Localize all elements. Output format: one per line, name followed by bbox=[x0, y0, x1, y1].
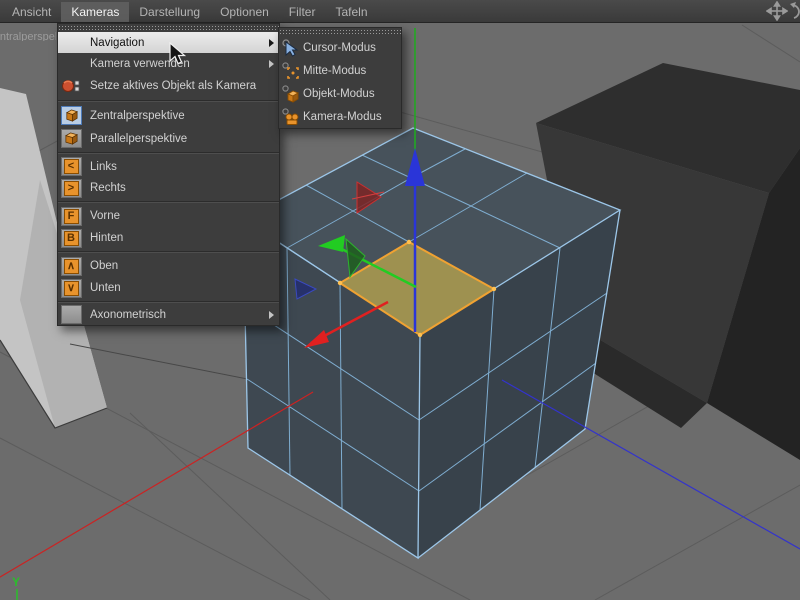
front-view-icon: F bbox=[63, 208, 79, 224]
center-mode-icon bbox=[282, 61, 299, 79]
submenu-item-cursor-modus[interactable]: Cursor-Modus bbox=[279, 36, 401, 59]
world-y-axis-label: Y bbox=[12, 575, 20, 589]
parallel-perspective-icon bbox=[64, 132, 78, 145]
menubar-item-ansicht[interactable]: Ansicht bbox=[2, 2, 61, 22]
set-active-object-as-camera-icon bbox=[62, 80, 80, 92]
cursor-mode-icon bbox=[282, 38, 299, 57]
object-mode-icon bbox=[282, 84, 300, 103]
rotate-view-icon[interactable] bbox=[790, 1, 800, 21]
menubar-item-kameras[interactable]: Kameras bbox=[61, 1, 130, 22]
menu-item-vorne[interactable]: F Vorne bbox=[58, 205, 279, 227]
submenu-item-objekt-modus[interactable]: Objekt-Modus bbox=[279, 82, 401, 105]
pan-view-icon[interactable] bbox=[766, 1, 788, 21]
mouse-cursor bbox=[169, 42, 187, 65]
up-chevron-icon: ∧ bbox=[63, 258, 79, 274]
menu-item-links[interactable]: < Links bbox=[58, 156, 279, 177]
camera-mode-icon bbox=[282, 107, 299, 125]
menubar-item-filter[interactable]: Filter bbox=[279, 2, 326, 22]
menubar-item-darstellung[interactable]: Darstellung bbox=[129, 2, 210, 22]
submenu-arrow-icon bbox=[269, 38, 274, 47]
submenu-item-kamera-modus[interactable]: Kamera-Modus bbox=[279, 105, 401, 128]
application-window: { "menubar": { "items": [ {"label": "Ans… bbox=[0, 0, 800, 600]
submenu-arrow-icon bbox=[269, 310, 274, 319]
central-perspective-icon bbox=[65, 109, 78, 122]
right-chevron-icon: > bbox=[63, 180, 79, 196]
menubar-item-tafeln[interactable]: Tafeln bbox=[325, 2, 377, 22]
menu-tearoff-strip[interactable] bbox=[58, 24, 279, 31]
kameras-menu: Navigation Kamera verwenden Setze aktive… bbox=[57, 23, 280, 326]
submenu-arrow-icon bbox=[269, 59, 274, 68]
back-view-icon: B bbox=[63, 230, 79, 246]
menu-item-zentralperspektive[interactable]: Zentralperspektive bbox=[58, 104, 279, 127]
viewport-camera-label: Zentralperspektive bbox=[0, 31, 56, 41]
menubar-item-optionen[interactable]: Optionen bbox=[210, 2, 279, 22]
menu-item-setze-aktives-objekt-als-kamera[interactable]: Setze aktives Objekt als Kamera bbox=[58, 74, 279, 98]
viewport-menubar: Ansicht Kameras Darstellung Optionen Fil… bbox=[0, 0, 800, 23]
menu-item-parallelperspektive[interactable]: Parallelperspektive bbox=[58, 127, 279, 150]
left-chevron-icon: < bbox=[63, 159, 79, 174]
menu-item-hinten[interactable]: B Hinten bbox=[58, 227, 279, 249]
submenu-item-mitte-modus[interactable]: Mitte-Modus bbox=[279, 59, 401, 82]
menu-item-axonometrisch[interactable]: Axonometrisch bbox=[58, 304, 279, 325]
menu-item-rechts[interactable]: > Rechts bbox=[58, 177, 279, 199]
navigation-submenu: Cursor-Modus Mitte-Modus Objekt-Modus Ka… bbox=[278, 27, 402, 129]
menu-item-oben[interactable]: ∧ Oben bbox=[58, 255, 279, 277]
submenu-tearoff-strip[interactable] bbox=[279, 28, 401, 35]
menu-item-unten[interactable]: ∨ Unten bbox=[58, 277, 279, 299]
down-chevron-icon: ∨ bbox=[63, 280, 79, 296]
